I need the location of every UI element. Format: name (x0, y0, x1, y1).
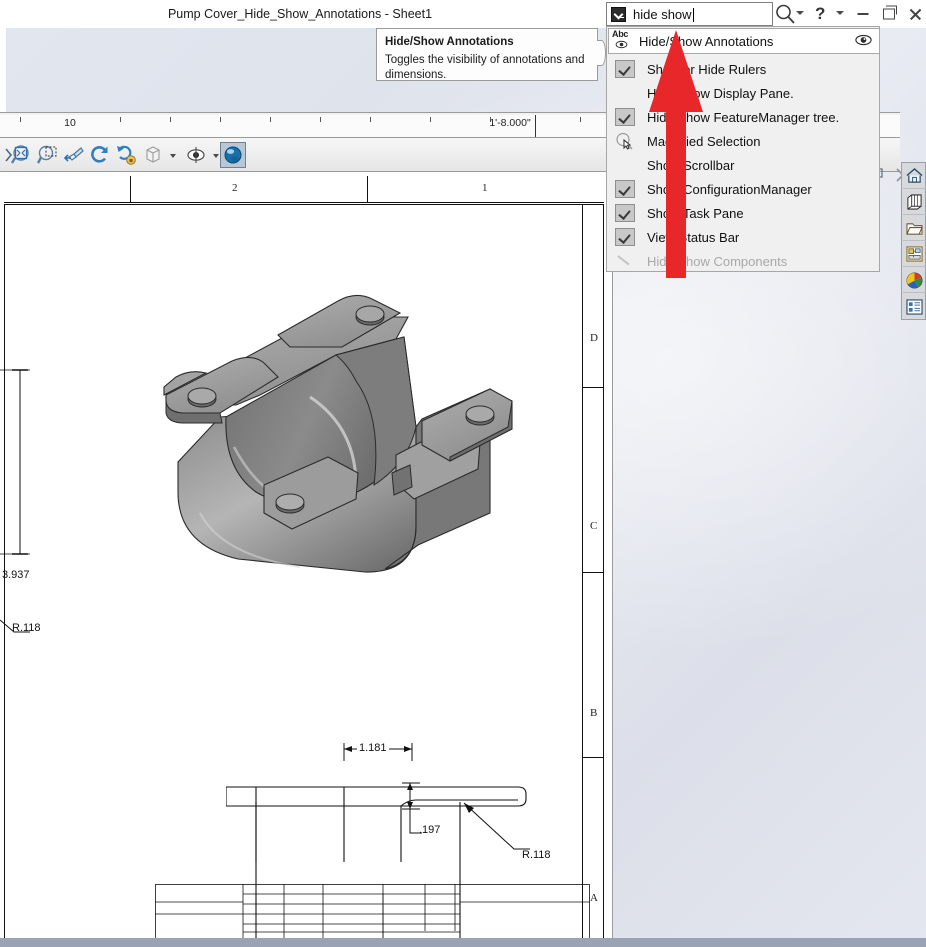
title-bar: Pump Cover_Hide_Show_Annotations - Sheet… (0, 0, 926, 28)
ruler-cursor-marker (535, 115, 536, 137)
checkbox-icon[interactable] (615, 60, 635, 78)
eye-icon[interactable] (854, 33, 873, 47)
design-library-icon[interactable] (903, 190, 926, 215)
dimension-text-1181[interactable]: 1.181 (357, 742, 389, 754)
checkbox-icon[interactable] (615, 108, 635, 126)
dimension-text-r118-section[interactable]: R.118 (522, 849, 551, 861)
zone-right-A: A (590, 892, 598, 904)
magnifier-cursor-icon (615, 132, 635, 150)
zone-right-D: D (590, 332, 598, 344)
rotate-view-icon[interactable] (87, 142, 113, 168)
left-white-strip (0, 28, 6, 112)
solidworks-command-icon (611, 6, 626, 22)
display-style-icon[interactable] (140, 142, 166, 168)
task-pane-tabs (901, 162, 926, 320)
window-title: Pump Cover_Hide_Show_Annotations - Sheet… (167, 7, 433, 21)
checkbox-icon[interactable] (615, 204, 635, 222)
display-style-chevron-icon[interactable] (170, 154, 176, 158)
zone-line-right-1 (582, 387, 604, 389)
dimension-197[interactable] (396, 777, 432, 847)
ruler-label-10: 10 (64, 117, 76, 129)
zone-line-right-2 (582, 572, 604, 574)
zone-divider-top-1 (130, 176, 131, 202)
apply-scene-icon[interactable] (220, 142, 246, 168)
drawing-sheet[interactable]: 2 1 2 1 D C B A (0, 172, 613, 947)
file-explorer-icon[interactable] (903, 216, 926, 241)
zone-right-C: C (590, 520, 598, 532)
hide-show-items-icon[interactable] (183, 142, 209, 168)
dimension-text-197[interactable]: .197 (419, 824, 440, 836)
checkbox-icon[interactable] (615, 180, 635, 198)
solidworks-window: 10 1'-8.000" 2 1 D C B A 3.937 R.118 1.1… (0, 0, 926, 947)
view-palette-icon[interactable] (903, 242, 926, 267)
zoom-to-fit-icon[interactable] (9, 142, 35, 168)
home-icon[interactable] (903, 164, 926, 189)
checkbox-icon[interactable] (615, 228, 635, 246)
dimension-text-3937[interactable]: 3.937 (2, 569, 30, 581)
isometric-model-view[interactable] (160, 277, 520, 577)
zone-top-1: 1 (482, 182, 488, 194)
command-tooltip: Hide/Show Annotations Toggles the visibi… (376, 28, 598, 81)
zone-line-top (4, 202, 604, 204)
ruler-cursor-label: 1'-8.000" (489, 117, 531, 129)
tooltip-body: Toggles the visibility of annotations an… (385, 53, 585, 82)
zone-right-B: B (590, 707, 598, 719)
zone-line-right-3 (582, 757, 604, 759)
pan-icon[interactable] (61, 142, 87, 168)
dimension-text-r118-front[interactable]: R.118 (12, 622, 41, 634)
bottom-status-strip (0, 938, 926, 947)
search-icon[interactable] (774, 3, 796, 25)
tooltip-pointer (597, 40, 606, 66)
no-icon (615, 84, 635, 102)
abc-eye-icon: Abc (609, 29, 635, 53)
search-chevron-down-icon[interactable] (796, 11, 804, 15)
command-search-box[interactable]: hide show (606, 2, 773, 26)
hide-show-items-chevron-icon[interactable] (213, 154, 219, 158)
custom-properties-icon[interactable] (903, 294, 926, 319)
no-icon (615, 156, 635, 174)
minimize-button[interactable] (850, 0, 876, 28)
help-icon[interactable]: ? (815, 4, 825, 24)
dimension-3937[interactable] (0, 362, 40, 582)
appearances-icon[interactable] (903, 268, 926, 293)
zone-divider-right (582, 204, 583, 947)
red-up-arrow-pointer (649, 30, 703, 278)
zone-top-2: 2 (232, 182, 238, 194)
previous-view-icon[interactable] (113, 142, 139, 168)
pencil-icon (615, 252, 635, 270)
zoom-to-area-icon[interactable] (35, 142, 61, 168)
zone-divider-top-2 (367, 176, 368, 202)
restore-button[interactable] (876, 0, 902, 28)
close-button[interactable] (902, 0, 926, 28)
search-input-text[interactable]: hide show (633, 7, 694, 22)
tooltip-title: Hide/Show Annotations (385, 36, 514, 48)
help-chevron-down-icon[interactable] (836, 11, 844, 15)
